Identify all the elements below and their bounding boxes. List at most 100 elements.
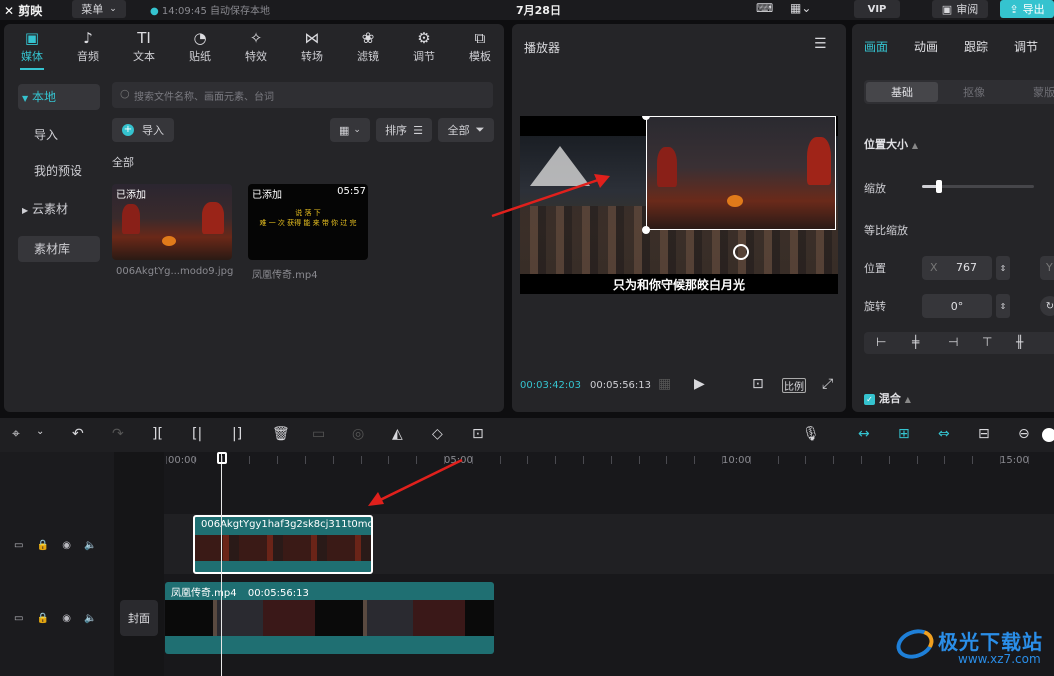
adjust-icon: ⚙ <box>417 29 431 47</box>
export-button[interactable]: ⇪ 导出 <box>1000 0 1054 18</box>
expand-icon[interactable]: ⤢ <box>822 376 833 392</box>
prop-tab-3[interactable]: 调节 <box>1014 38 1038 55</box>
align-center-h-icon[interactable]: ╪ <box>912 335 919 349</box>
undo-icon[interactable]: ↶ <box>72 426 84 442</box>
preview-axis-icon[interactable]: ⊟ <box>978 426 990 442</box>
clip-header: 凤凰传奇.mp4 00:05:56:13 <box>171 584 309 599</box>
eye-icon[interactable]: ◉ <box>62 613 71 624</box>
sidebar-item-library[interactable]: 素材库 <box>18 236 100 262</box>
cursor-icon[interactable]: ⌖ <box>12 426 20 442</box>
freeze-icon[interactable]: ▭ <box>312 426 325 442</box>
subtab-mask[interactable]: 蒙版 <box>1012 82 1054 102</box>
image-clip[interactable]: 006AkgtYgy1haf3g2sk8cj311t0modo9 <box>193 515 373 574</box>
ruler-tick <box>500 456 501 464</box>
fullscreen-fit-icon[interactable]: ⊡ <box>752 376 764 392</box>
rotate-reset-icon[interactable]: ↻ <box>1040 296 1054 316</box>
view-toggle-button[interactable]: ▦ ⌄ <box>330 118 370 142</box>
prop-tab-0[interactable]: 画面 <box>864 38 888 55</box>
sidebar-item-presets[interactable]: 我的预设 <box>18 158 100 184</box>
prop-tab-1[interactable]: 动画 <box>914 38 938 55</box>
lock-icon[interactable]: 🔒 <box>37 540 49 551</box>
media-search[interactable]: ○ 搜索文件名称、画面元素、台词 <box>112 82 493 108</box>
tool-tab-filter[interactable]: ❀ 滤镜 <box>340 28 396 66</box>
zoom-out-icon[interactable]: ⊖ <box>1018 426 1030 442</box>
prop-tab-2[interactable]: 跟踪 <box>964 38 988 55</box>
position-x-input[interactable]: X 767 <box>922 256 992 280</box>
linkage-icon[interactable]: ⇔ <box>938 426 950 442</box>
align-right-icon[interactable]: ⊣ <box>948 335 958 349</box>
link-main-track-icon[interactable]: ↔ <box>858 426 870 442</box>
menu-lines-icon[interactable]: ☰ <box>814 36 827 52</box>
tool-tab-effects[interactable]: ✧ 特效 <box>228 28 284 66</box>
checkbox-checked-icon[interactable]: ✓ <box>864 394 875 405</box>
grid-icon[interactable]: ▦ <box>658 376 671 392</box>
sidebar-item-import[interactable]: 导入 <box>18 122 100 148</box>
filter-button[interactable]: 全部 ⏷ <box>438 118 494 142</box>
title-bar: ✕ 剪映 菜单 ⌄ ● 14:09:45 自动保存本地 7月28日 ⌨ ▦⌄ V… <box>0 0 1054 20</box>
sidebar-item-local[interactable]: ▼ 本地 <box>18 84 100 110</box>
track-main-controls: ▭ 🔒 ◉ 🔈 <box>14 613 97 624</box>
subtab-basic[interactable]: 基础 <box>866 82 938 102</box>
rotate-input[interactable]: 0° <box>922 294 992 318</box>
trim-left-icon[interactable]: [| <box>192 426 202 442</box>
rotate-handle-icon[interactable] <box>733 244 749 260</box>
position-y-input[interactable]: Y <box>1040 256 1054 280</box>
lock-icon[interactable]: 🔒 <box>37 613 49 624</box>
split-icon[interactable]: ][ <box>152 426 163 442</box>
stepper-icon[interactable]: ⇕ <box>996 294 1010 318</box>
tool-tab-audio[interactable]: ♪ 音频 <box>60 28 116 66</box>
align-left-icon[interactable]: ⊢ <box>876 335 886 349</box>
align-top-icon[interactable]: ⊤ <box>982 335 992 349</box>
resize-handle[interactable] <box>642 226 650 234</box>
properties-tabs: 画面 动画 跟踪 调节 <box>852 38 1054 58</box>
media-thumb-image[interactable]: 已添加 <box>112 184 232 260</box>
ruler-tick <box>722 456 723 464</box>
overlay-image-selection[interactable] <box>646 116 836 230</box>
ratio-button[interactable]: 比例 <box>782 378 806 393</box>
layout-icon[interactable]: ▦⌄ <box>790 1 811 15</box>
scale-label: 缩放 <box>864 182 886 195</box>
cover-button[interactable]: 封面 <box>120 600 158 636</box>
video-clip[interactable]: 凤凰传奇.mp4 00:05:56:13 <box>165 582 494 654</box>
sort-button[interactable]: 排序 ☰ <box>376 118 432 142</box>
scale-slider-track[interactable] <box>922 180 1034 193</box>
menu-button[interactable]: 菜单 ⌄ <box>72 0 126 18</box>
media-thumb-video[interactable]: 已添加 05:57 说 落 下 难 一 次 获得 能 来 带 你 过 完 <box>248 184 368 260</box>
tool-tab-text[interactable]: TI 文本 <box>116 28 172 66</box>
sidebar-item-cloud[interactable]: ▶ 云素材 <box>18 196 100 222</box>
chevron-down-icon[interactable]: ⌄ <box>36 426 44 437</box>
volume-icon[interactable]: 🔈 <box>84 613 96 624</box>
keyboard-icon[interactable]: ⌨ <box>756 1 773 15</box>
microphone-icon[interactable]: 🎙 <box>802 426 820 442</box>
align-center-v-icon[interactable]: ╫ <box>1016 335 1023 349</box>
snap-icon[interactable]: ⊞ <box>898 426 910 442</box>
tool-tab-template[interactable]: ⧉ 模板 <box>452 28 508 66</box>
scale-slider-knob[interactable] <box>936 180 942 193</box>
redo-icon[interactable]: ↷ <box>112 426 124 442</box>
zoom-slider-knob[interactable] <box>1042 428 1054 442</box>
delete-icon[interactable]: 🗑 <box>272 426 290 442</box>
blend-section[interactable]: ✓ 混合 ▲ <box>864 390 911 406</box>
import-button[interactable]: + 导入 <box>112 118 174 142</box>
subtab-matting[interactable]: 抠像 <box>942 82 1006 102</box>
tool-tab-sticker[interactable]: ◔ 贴纸 <box>172 28 228 66</box>
play-icon[interactable]: ▶ <box>694 376 705 392</box>
speed-icon[interactable]: ◎ <box>352 426 364 442</box>
rotate-icon[interactable]: ◇ <box>432 426 443 442</box>
ruler-label: 15:00 <box>1000 455 1029 466</box>
vip-badge[interactable]: VIP <box>854 0 900 18</box>
mirror-icon[interactable]: ◭ <box>392 426 403 442</box>
review-button[interactable]: ▣ 审阅 <box>932 0 988 18</box>
tool-tab-media[interactable]: ▣ 媒体 <box>4 28 60 66</box>
track-type-icon: ▭ <box>14 540 24 551</box>
tool-tab-adjust[interactable]: ⚙ 调节 <box>396 28 452 66</box>
track-header-column <box>0 452 114 676</box>
playhead-handle[interactable] <box>217 452 227 464</box>
volume-icon[interactable]: 🔈 <box>84 540 96 551</box>
trim-right-icon[interactable]: |] <box>232 426 242 442</box>
crop-icon[interactable]: ⊡ <box>472 426 484 442</box>
tool-tab-transition[interactable]: ⋈ 转场 <box>284 28 340 66</box>
media-icon: ▣ <box>24 29 40 47</box>
stepper-icon[interactable]: ⇕ <box>996 256 1010 280</box>
eye-icon[interactable]: ◉ <box>62 540 71 551</box>
